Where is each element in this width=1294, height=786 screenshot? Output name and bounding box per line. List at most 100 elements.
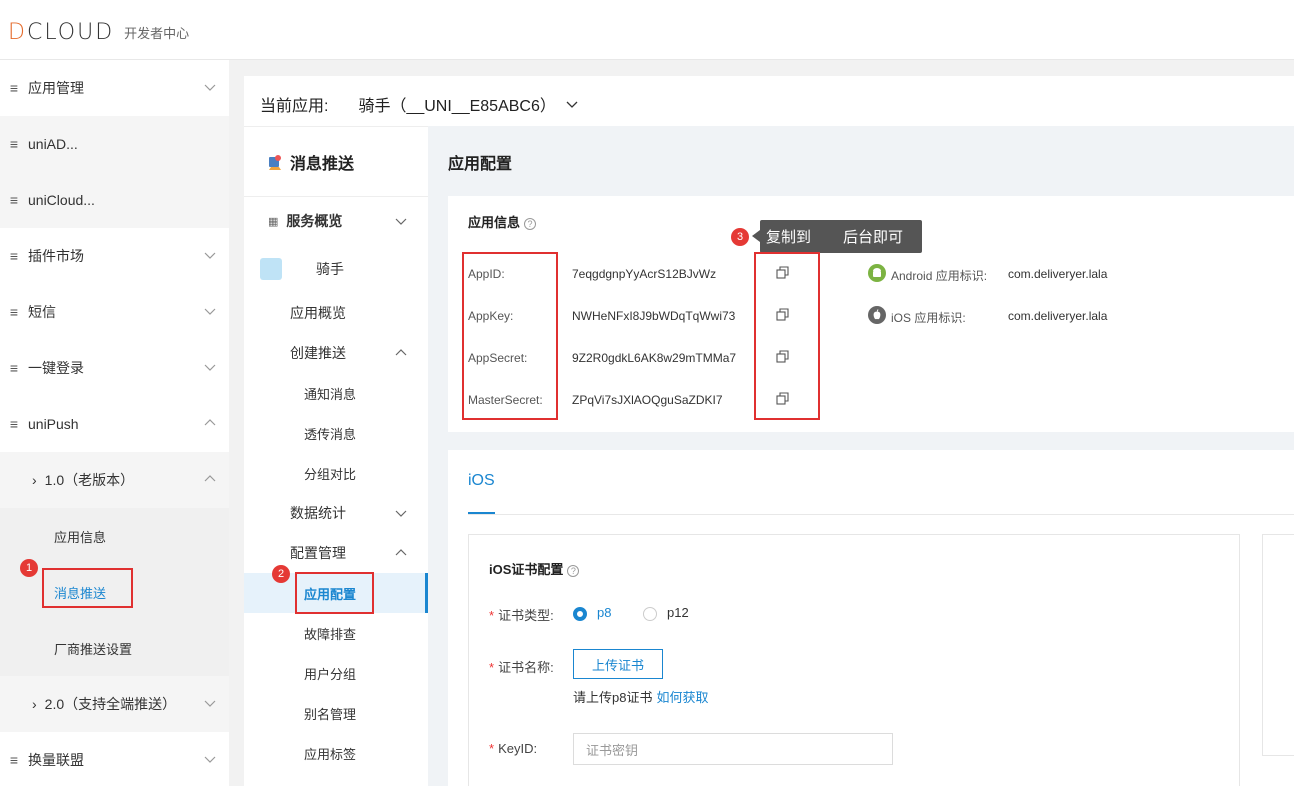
annotation-badge-3: 3 — [731, 228, 749, 246]
logo-text: DCLOUD — [8, 19, 115, 45]
sidebar-item-label: 换量联盟 — [28, 752, 84, 768]
app-info-title: 应用信息? — [468, 212, 537, 231]
app-icon — [260, 258, 282, 280]
logo-subtitle: 开发者中心 — [124, 25, 190, 41]
nav-notify-msg[interactable]: 通知消息 — [244, 373, 428, 413]
sidebar-item-app-management[interactable]: ≡ 应用管理 — [0, 60, 229, 116]
chevron-down-icon — [204, 364, 216, 371]
chevron-right-icon: › — [32, 696, 37, 712]
chevron-up-icon — [204, 419, 216, 426]
grid-icon: ▦ — [268, 215, 279, 228]
list-icon: ≡ — [9, 192, 19, 208]
sidebar-item-label: 厂商推送设置 — [54, 641, 133, 657]
tab-ios[interactable]: iOS — [468, 472, 495, 490]
sidebar-item-label: 2.0（支持全端推送） — [44, 696, 177, 712]
sidebar-item-unipush[interactable]: ≡ uniPush — [0, 396, 229, 452]
nav-create-push[interactable]: 创建推送 — [244, 333, 428, 373]
sidebar-item-label: 1.0（老版本） — [44, 472, 135, 488]
nav-app-name: 骑手 — [244, 249, 428, 289]
chevron-down-icon — [566, 101, 578, 108]
chevron-down-icon — [204, 252, 216, 259]
android-id-value: com.deliveryer.lala — [1008, 267, 1108, 281]
chevron-down-icon — [204, 308, 216, 315]
sidebar-item-unicloud[interactable]: ≡ uniCloud... — [0, 172, 229, 228]
chevron-down-icon — [395, 510, 407, 517]
chevron-down-icon — [204, 84, 216, 91]
sidebar-item-label: 一键登录 — [28, 360, 84, 376]
upload-hint: 请上传p8证书 如何获取 — [573, 690, 709, 705]
nav-config-mgmt[interactable]: 配置管理 — [244, 533, 428, 573]
android-icon — [868, 264, 886, 282]
sidebar-item-push-v1[interactable]: › 1.0（老版本） — [0, 452, 229, 508]
sidebar-item-one-click-login[interactable]: ≡ 一键登录 — [0, 340, 229, 396]
list-icon: ≡ — [9, 416, 19, 432]
dcloud-logo[interactable]: DCLOUD 开发者中心 — [8, 18, 189, 46]
chevron-down-icon — [395, 218, 407, 225]
chevron-up-icon — [395, 349, 407, 356]
radio-p12[interactable] — [643, 607, 657, 621]
appkey-value: NWHeNFxI8J9bWDqTqWwi73 — [572, 309, 736, 323]
current-app-selector[interactable]: 当前应用: 骑手（__UNI__E85ABC6） — [260, 92, 578, 116]
android-id-label: Android 应用标识: — [891, 269, 988, 283]
list-icon: ≡ — [9, 80, 19, 96]
sidebar-item-sms[interactable]: ≡ 短信 — [0, 284, 229, 340]
cert-type-label: * 证书类型: — [489, 608, 554, 623]
appid-value: 7eqgdgnpYyAcrS12BJvWz — [572, 267, 717, 281]
nav-data-stats[interactable]: 数据统计 — [244, 493, 428, 533]
nav-user-group[interactable]: 用户分组 — [244, 653, 428, 693]
radio-p12-label: p12 — [667, 605, 689, 620]
sidebar-item-label: uniCloud... — [28, 192, 95, 208]
annotation-badge-1: 1 — [20, 559, 38, 577]
mastersecret-value: ZPqVi7sJXlAOQguSaZDKI7 — [572, 393, 723, 407]
how-to-get-link[interactable]: 如何获取 — [656, 690, 708, 705]
annotation-badge-2: 2 — [272, 565, 290, 583]
nav-alias-mgmt[interactable]: 别名管理 — [244, 693, 428, 733]
sidebar-item-push-v2[interactable]: › 2.0（支持全端推送） — [0, 676, 229, 732]
tab-divider — [468, 514, 1294, 515]
chevron-right-icon: › — [32, 472, 37, 488]
upload-cert-button[interactable]: 上传证书 — [573, 649, 663, 679]
annotation-box-app-config — [295, 572, 374, 614]
sidebar-item-exchange-alliance[interactable]: ≡ 换量联盟 — [0, 732, 229, 786]
chevron-down-icon — [204, 756, 216, 763]
list-icon: ≡ — [9, 248, 19, 264]
push-logo-icon — [269, 154, 281, 170]
chevron-up-icon — [204, 475, 216, 482]
nav-service-overview[interactable]: ▦ 服务概览 — [244, 201, 428, 241]
nav-transparent-msg[interactable]: 透传消息 — [244, 413, 428, 453]
chevron-down-icon — [204, 700, 216, 707]
keyid-input[interactable]: 证书密钥 — [573, 733, 893, 765]
nav-app-overview[interactable]: 应用概览 — [244, 293, 428, 333]
nav-troubleshoot[interactable]: 故障排查 — [244, 613, 428, 653]
current-app-label: 当前应用: — [260, 98, 329, 115]
appsecret-value: 9Z2R0gdkL6AK8w29mTMMa7 — [572, 351, 737, 365]
cert-name-label: * 证书名称: — [489, 660, 554, 675]
side-panel-box — [1262, 534, 1294, 756]
nav-group-compare[interactable]: 分组对比 — [244, 453, 428, 493]
nav-app-tags[interactable]: 应用标签 — [244, 733, 428, 773]
sidebar-item-vendor-push-setting[interactable]: 厂商推送设置 — [0, 620, 229, 676]
cert-config-title: iOS证书配置? — [489, 559, 580, 578]
apple-icon — [868, 306, 886, 324]
left-sidebar: ≡ 应用管理 ≡ uniAD... ≡ uniCloud... ≡ 插件市场 ≡… — [0, 60, 229, 786]
sidebar-item-plugin-market[interactable]: ≡ 插件市场 — [0, 228, 229, 284]
copy-tooltip: 复制到 后台即可 — [760, 220, 922, 253]
list-icon: ≡ — [9, 136, 19, 152]
help-icon[interactable]: ? — [524, 217, 537, 230]
sidebar-item-label: uniPush — [28, 416, 79, 432]
push-nav-title: 消息推送 — [244, 127, 428, 197]
tooltip-arrow — [752, 230, 760, 242]
page-title: 应用配置 — [448, 156, 513, 173]
current-app-value: 骑手（__UNI__E85ABC6） — [358, 98, 556, 115]
sidebar-item-uniad[interactable]: ≡ uniAD... — [0, 116, 229, 172]
sidebar-item-label: 应用管理 — [28, 80, 84, 96]
top-header: DCLOUD 开发者中心 — [0, 0, 1294, 60]
sidebar-item-app-info[interactable]: 应用信息 — [0, 508, 229, 564]
help-icon[interactable]: ? — [567, 564, 580, 577]
sidebar-item-label: 应用信息 — [54, 529, 107, 545]
radio-p8[interactable] — [573, 607, 587, 621]
ios-id-value: com.deliveryer.lala — [1008, 309, 1108, 323]
ios-cert-config-box: iOS证书配置? * 证书类型: p8 p12 * 证书名称: 上传证书 请上传p8… — [468, 534, 1240, 786]
push-nav: 消息推送 ▦ 服务概览 骑手 应用概览 创建推送 通知消息 透传消息 分组对比 … — [244, 126, 428, 786]
annotation-box-msg-push — [42, 568, 133, 608]
